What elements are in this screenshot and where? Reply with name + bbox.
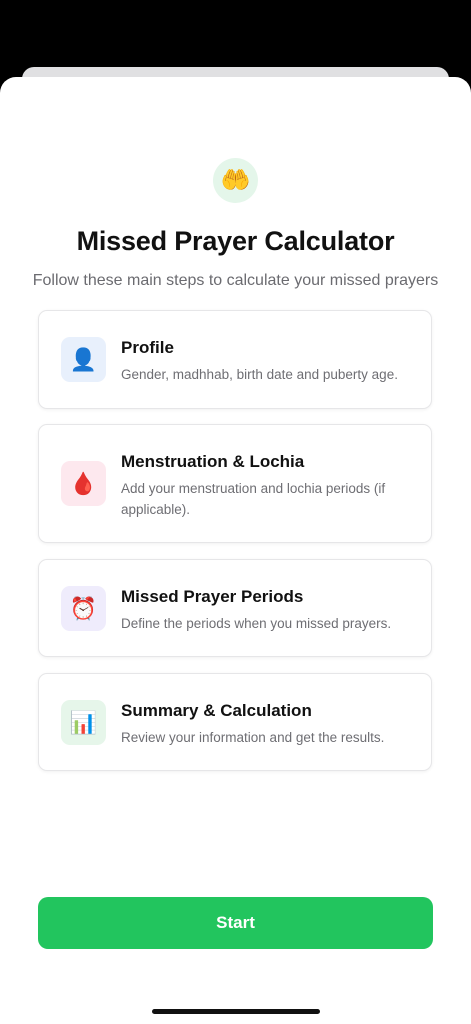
step-card-profile[interactable]: 👤 Profile Gender, madhhab, birth date an…: [38, 310, 432, 409]
start-button[interactable]: Start: [38, 897, 433, 949]
praying-hands-icon: 🤲: [213, 158, 258, 203]
alarm-clock-icon: ⏰: [61, 586, 106, 631]
step-title: Menstruation & Lochia: [121, 452, 305, 471]
bar-chart-icon-glyph: 📊: [69, 709, 98, 735]
home-indicator[interactable]: [152, 1009, 320, 1014]
hero-icon-glyph: 🤲: [220, 167, 251, 194]
person-icon-glyph: 👤: [69, 346, 98, 372]
bottom-sheet: [0, 77, 471, 1024]
step-description: Review your information and get the resu…: [121, 730, 385, 745]
page-title: Missed Prayer Calculator: [76, 226, 395, 256]
alarm-clock-icon-glyph: ⏰: [69, 595, 98, 621]
blood-drop-icon-glyph: 🩸: [69, 470, 98, 496]
bar-chart-icon: 📊: [61, 700, 106, 745]
step-title: Missed Prayer Periods: [121, 587, 304, 606]
step-card-summary-calculation[interactable]: 📊 Summary & Calculation Review your info…: [38, 673, 432, 771]
step-description: Define the periods when you missed praye…: [121, 616, 392, 631]
step-description: Add your menstruation and lochia periods…: [121, 481, 386, 517]
blood-drop-icon: 🩸: [61, 461, 106, 506]
step-card-missed-prayer-periods[interactable]: ⏰ Missed Prayer Periods Define the perio…: [38, 559, 432, 657]
step-title: Summary & Calculation: [121, 701, 312, 720]
step-card-menstruation-lochia[interactable]: 🩸 Menstruation & Lochia Add your menstru…: [38, 424, 432, 543]
step-title: Profile: [121, 338, 174, 357]
step-description: Gender, madhhab, birth date and puberty …: [121, 367, 398, 382]
person-icon: 👤: [61, 337, 106, 382]
page-subtitle: Follow these main steps to calculate you…: [32, 272, 439, 289]
